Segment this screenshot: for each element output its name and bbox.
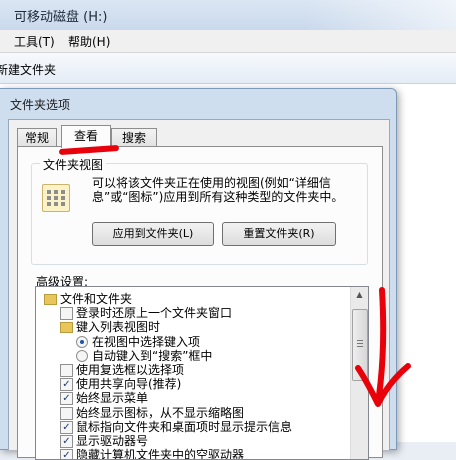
settings-row-label: 文件和文件夹 (60, 292, 133, 306)
folder-options-dialog: 文件夹选项 常规 查看 搜索 文件夹视图 可以将该文件夹正在使用的视图(例如“详… (0, 88, 397, 460)
folder-icon (60, 322, 73, 334)
explorer-toolbar: 新建文件夹 (0, 53, 456, 84)
folder-icon (44, 294, 57, 305)
new-folder-button[interactable]: 新建文件夹 (0, 61, 56, 78)
folder-views-group: 文件夹视图 可以将该文件夹正在使用的视图(例如“详细信息”或“图标”)应用到所有… (31, 156, 368, 265)
advanced-settings-list[interactable]: 文件和文件夹 登录时还原上一个文件夹窗口 键入列表视图时 在视图中选择键入项 自动键入到… (35, 286, 369, 460)
settings-row-label: 键入列表视图时 (76, 320, 161, 335)
reset-folders-button[interactable]: 重置文件夹(R) (222, 222, 336, 246)
menu-bar: 工具(T) 帮助(H) (0, 30, 456, 53)
title-bar-highlight (306, 0, 456, 30)
dialog-client-area: 常规 查看 搜索 文件夹视图 可以将该文件夹正在使用的视图(例如“详细信息”或“… (8, 119, 390, 460)
window-title: 可移动磁盘 (H:) (14, 10, 108, 25)
tab-general[interactable]: 常规 (17, 128, 57, 147)
radio-button[interactable] (76, 335, 88, 348)
folder-views-description: 可以将该文件夹正在使用的视图(例如“详细信息”或“图标”)应用到所有这种类型的文… (92, 176, 344, 204)
settings-row-label: 始终显示菜单 (76, 391, 149, 406)
apply-to-folders-button[interactable]: 应用到文件夹(L) (92, 222, 214, 246)
settings-row-label: 显示驱动器号 (76, 434, 149, 448)
view-tab-panel: 文件夹视图 可以将该文件夹正在使用的视图(例如“详细信息”或“图标”)应用到所有… (17, 146, 383, 460)
checkbox[interactable]: ✓ (60, 378, 73, 392)
settings-row-label: 在视图中选择键入项 (92, 334, 201, 349)
settings-row-label: 登录时还原上一个文件夹窗口 (76, 306, 233, 321)
dialog-title: 文件夹选项 (10, 98, 71, 112)
menu-tools[interactable]: 工具(T) (14, 33, 55, 50)
settings-row-label: 使用复选框以选择项 (76, 363, 185, 377)
menu-help[interactable]: 帮助(H) (68, 33, 110, 50)
explorer-title-bar: 可移动磁盘 (H:) (0, 0, 456, 30)
tab-search[interactable]: 搜索 (111, 128, 157, 147)
tab-view[interactable]: 查看 (61, 125, 111, 148)
settings-row-label: 使用共享向导(推荐) (76, 377, 182, 392)
annotation-arrow-icon (355, 287, 411, 407)
checkbox[interactable]: ✓ (60, 392, 73, 406)
settings-row-label: 始终显示图标，从不显示缩略图 (76, 405, 245, 420)
settings-row-label: 鼠标指向文件夹和桌面项时显示提示信息 (76, 419, 293, 434)
checkbox[interactable] (60, 406, 73, 420)
checkbox[interactable] (60, 307, 73, 321)
folder-view-icon (42, 184, 70, 212)
checkbox[interactable]: ✓ (60, 420, 73, 434)
radio-button[interactable] (76, 349, 88, 362)
folder-views-legend: 文件夹视图 (40, 156, 107, 173)
settings-row-label: 隐藏计算机文件夹中的空驱动器 (76, 448, 245, 460)
checkbox[interactable] (60, 364, 73, 377)
checkbox[interactable]: ✓ (60, 449, 73, 459)
settings-row-label: 自动键入到“搜索”框中 (92, 348, 213, 363)
